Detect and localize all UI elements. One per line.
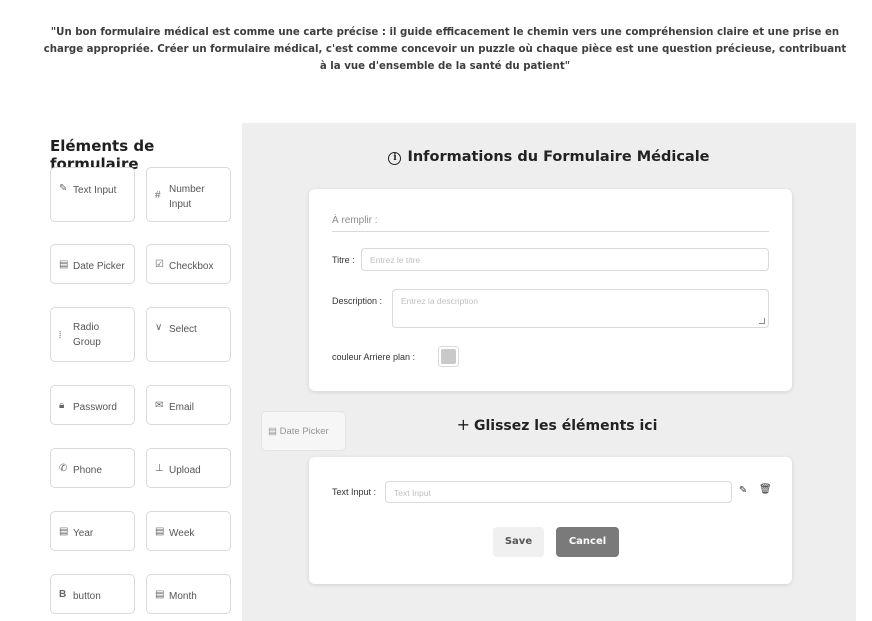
element-text-input[interactable]: ✎ Text Input bbox=[50, 167, 135, 222]
element-month[interactable]: ▤ Month bbox=[146, 574, 231, 614]
lock-icon: 🔒︎ bbox=[59, 400, 65, 411]
move-icon: + bbox=[456, 415, 470, 434]
bg-color-picker[interactable] bbox=[438, 346, 459, 367]
resize-handle-icon[interactable] bbox=[759, 318, 765, 324]
form-elements-sidebar: Eléments de formulaire ✎ Text Input # Nu… bbox=[37, 123, 242, 621]
element-select[interactable]: ∨ Select bbox=[146, 307, 231, 362]
drop-zone-title: + Glissez les éléments ici bbox=[456, 415, 658, 434]
element-button[interactable]: B button bbox=[50, 574, 135, 614]
description-label: Description : bbox=[332, 296, 383, 306]
form-builder-canvas[interactable]: i Informations du Formulaire Médicale À r… bbox=[242, 123, 856, 621]
element-radio-group[interactable]: ⦙ Radio Group bbox=[50, 307, 135, 362]
drop-zone-card[interactable]: Text Input : Text Input ✎ 🗑︎ Save Cancel bbox=[309, 457, 792, 584]
element-year[interactable]: ▤ Year bbox=[50, 511, 135, 551]
calendar-icon: ▤ bbox=[59, 259, 69, 270]
save-button[interactable]: Save bbox=[493, 527, 544, 557]
delete-icon[interactable]: 🗑︎ bbox=[759, 484, 772, 495]
edit-icon: ✎ bbox=[59, 183, 68, 194]
text-input-field[interactable]: Text Input bbox=[385, 481, 732, 503]
bg-color-label: couleur Arriere plan : bbox=[332, 352, 416, 362]
bold-icon: B bbox=[59, 589, 67, 600]
calendar-icon: ▤ bbox=[59, 526, 69, 537]
color-swatch bbox=[441, 349, 456, 364]
checkbox-icon: ☑ bbox=[155, 259, 164, 270]
calendar-icon: ▤ bbox=[155, 589, 165, 600]
element-date-picker[interactable]: ▤ Date Picker bbox=[50, 244, 135, 284]
info-icon: i bbox=[388, 152, 402, 165]
element-checkbox[interactable]: ☑ Checkbox bbox=[146, 244, 231, 284]
chevron-down-icon: ∨ bbox=[155, 322, 163, 333]
form-info-card: À remplir : Titre : Entrez le titre Desc… bbox=[309, 189, 792, 391]
phone-icon: ✆ bbox=[59, 463, 68, 474]
mail-icon: ✉ bbox=[155, 400, 164, 411]
quote-text: "Un bon formulaire médical est comme une… bbox=[43, 27, 847, 72]
element-number-input[interactable]: # Number Input bbox=[146, 167, 231, 222]
text-input-field-label: Text Input : bbox=[332, 487, 377, 497]
form-info-title: i Informations du Formulaire Médicale bbox=[242, 149, 856, 165]
radio-icon: ⦙ bbox=[59, 330, 62, 341]
element-phone[interactable]: ✆ Phone bbox=[50, 448, 135, 488]
titre-input[interactable]: Entrez le titre bbox=[361, 248, 769, 271]
fill-label: À remplir : bbox=[332, 215, 769, 232]
titre-label: Titre : bbox=[332, 255, 355, 265]
edit-icon[interactable]: ✎ bbox=[739, 485, 747, 496]
description-textarea[interactable]: Entrez la description bbox=[392, 289, 769, 328]
element-upload[interactable]: ⊥ Upload bbox=[146, 448, 231, 488]
cancel-button[interactable]: Cancel bbox=[556, 527, 619, 557]
element-email[interactable]: ✉ Email bbox=[146, 385, 231, 425]
upload-icon: ⊥ bbox=[155, 463, 164, 474]
element-password[interactable]: 🔒︎ Password bbox=[50, 385, 135, 425]
element-week[interactable]: ▤ Week bbox=[146, 511, 231, 551]
hash-icon: # bbox=[155, 190, 161, 201]
calendar-icon: ▤ bbox=[155, 526, 165, 537]
